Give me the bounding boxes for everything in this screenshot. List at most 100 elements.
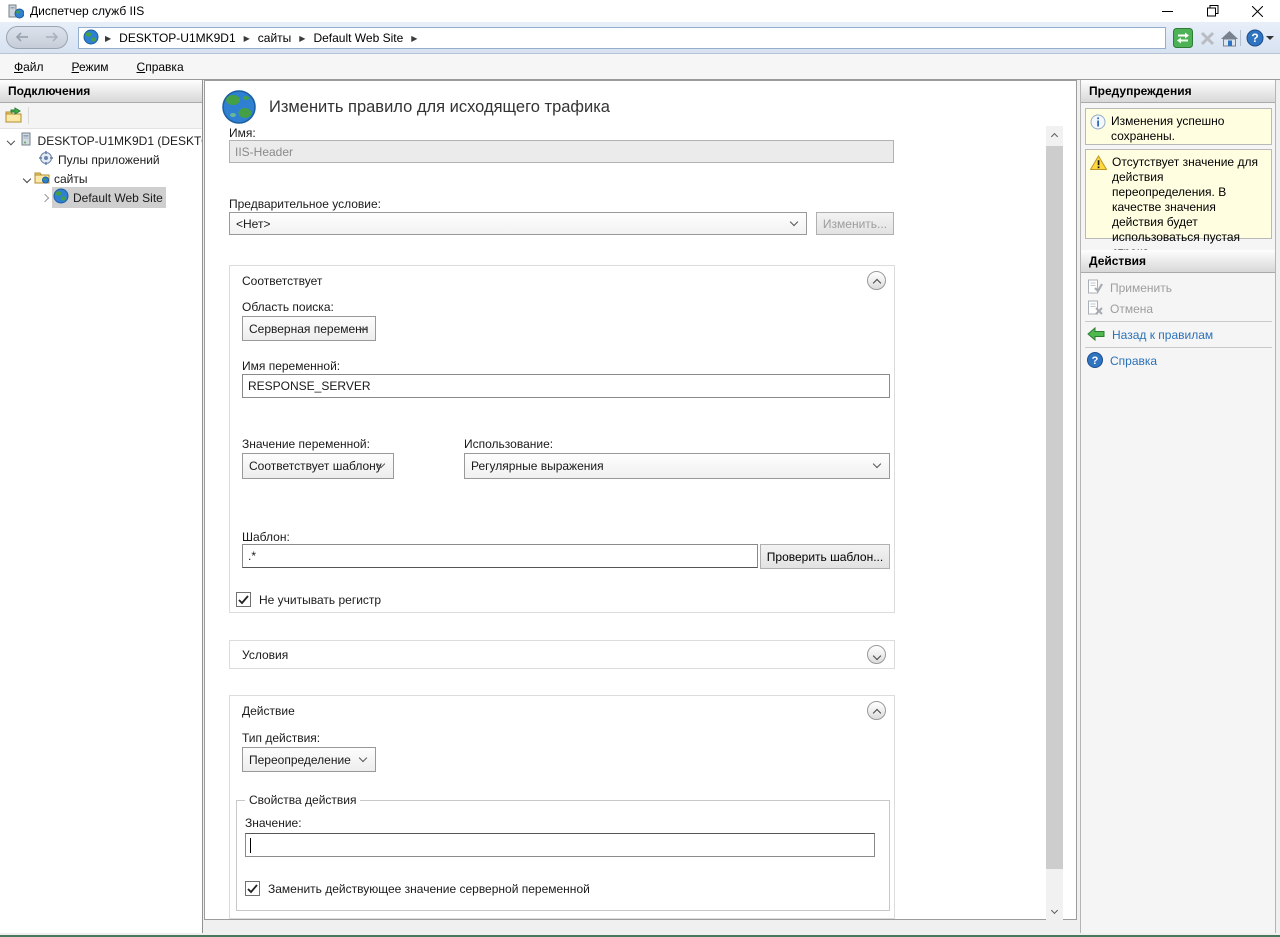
precondition-value: <Нет> [236, 217, 270, 231]
connections-panel: Подключения DESKTOP-U1MK9D1 (DESKTOP Пул… [0, 80, 203, 933]
action-type-select[interactable]: Переопределение [242, 747, 376, 772]
home-icon[interactable] [1218, 27, 1240, 49]
chevron-down-icon [872, 651, 880, 659]
action-value-input[interactable] [245, 833, 875, 857]
breadcrumb-separator-icon: ▶ [105, 34, 111, 43]
pattern-input[interactable] [242, 544, 758, 568]
edit-precondition-button[interactable]: Изменить... [816, 212, 894, 235]
chevron-up-icon [872, 708, 880, 716]
scope-select[interactable]: Серверная переменн [242, 316, 376, 341]
actions-separator [1085, 321, 1272, 322]
checkmark-icon [238, 595, 249, 605]
minimize-icon [1162, 6, 1173, 17]
address-breadcrumb-bar[interactable]: ▶ DESKTOP-U1MK9D1 ▶ сайты ▶ Default Web … [78, 27, 1166, 49]
tree-item-app-pools[interactable]: Пулы приложений [0, 150, 202, 169]
apply-label: Применить [1110, 281, 1172, 295]
apply-action[interactable]: Применить [1085, 278, 1272, 298]
using-value: Регулярные выражения [471, 459, 604, 473]
history-nav [6, 26, 68, 49]
cancel-action[interactable]: Отмена [1085, 299, 1272, 319]
collapse-section-button[interactable] [867, 701, 886, 720]
help-label: Справка [1110, 354, 1157, 368]
breadcrumb-separator-icon: ▶ [411, 34, 417, 43]
action-section: Действие Тип действия: Переопределение С… [229, 695, 895, 919]
vertical-scrollbar[interactable] [1046, 126, 1063, 920]
expand-icon[interactable] [41, 193, 49, 201]
menu-file-hotkey: Ф [14, 60, 23, 74]
tree-item-server[interactable]: DESKTOP-U1MK9D1 (DESKTOP [0, 131, 202, 150]
scroll-down-icon[interactable] [1046, 903, 1063, 920]
expand-section-button[interactable] [867, 645, 886, 664]
replace-value-label: Заменить действующее значение серверной … [268, 882, 590, 896]
menu-help[interactable]: Справка [137, 60, 184, 74]
info-alert-text: Изменения успешно сохранены. [1111, 114, 1267, 139]
breadcrumb-sites[interactable]: сайты [256, 31, 294, 45]
breadcrumb-server[interactable]: DESKTOP-U1MK9D1 [117, 31, 237, 45]
chevron-down-icon [790, 217, 798, 225]
tree-item-label: Пулы приложений [58, 153, 160, 167]
warning-alert-text: Отсутствует значение для действия переоп… [1112, 155, 1267, 233]
using-select[interactable]: Регулярные выражения [464, 453, 890, 479]
right-panel: Предупреждения Изменения успешно сохране… [1080, 80, 1276, 933]
connections-toolbar [0, 103, 202, 129]
help-icon[interactable]: ? [1244, 27, 1266, 49]
restore-button[interactable] [1190, 0, 1235, 22]
menu-file[interactable]: Файл [14, 60, 44, 74]
ignore-case-checkbox[interactable] [236, 592, 251, 607]
apply-icon [1087, 279, 1103, 298]
help-link[interactable]: ? Справка [1085, 351, 1272, 371]
site-globe-icon [53, 188, 69, 207]
save-connection-icon[interactable] [5, 107, 23, 127]
info-icon [1090, 114, 1106, 139]
ignore-case-label: Не учитывать регистр [259, 593, 381, 607]
collapse-icon[interactable] [23, 174, 31, 182]
tree-item-default-web-site[interactable]: Default Web Site [0, 188, 202, 207]
connections-tree: DESKTOP-U1MK9D1 (DESKTOP Пулы приложений… [0, 129, 202, 933]
menu-view[interactable]: Режим [72, 60, 109, 74]
using-label: Использование: [464, 437, 553, 451]
replace-value-checkbox[interactable] [245, 881, 260, 896]
cancel-icon [1087, 300, 1103, 319]
collapse-section-button[interactable] [867, 271, 886, 290]
chevron-up-icon [872, 278, 880, 286]
breadcrumb-separator-icon: ▶ [299, 34, 305, 43]
app-pools-icon [38, 150, 54, 169]
tree-item-sites[interactable]: сайты [0, 169, 202, 188]
action-properties-fieldset: Свойства действия Значение: Заменить дей… [236, 793, 890, 911]
navigation-toolbar: ▶ DESKTOP-U1MK9D1 ▶ сайты ▶ Default Web … [0, 22, 1280, 54]
svg-text:?: ? [1092, 355, 1099, 367]
test-pattern-button[interactable]: Проверить шаблон... [760, 544, 890, 569]
breadcrumb-separator-icon: ▶ [244, 34, 250, 43]
variable-value-label: Значение переменной: [242, 437, 370, 451]
match-section: Соответствует Область поиска: Серверная … [229, 265, 895, 613]
refresh-icon[interactable] [1172, 27, 1194, 49]
scrollbar-thumb[interactable] [1046, 146, 1063, 869]
tree-item-label: DESKTOP-U1MK9D1 (DESKTOP [38, 134, 202, 148]
help-dropdown-icon[interactable] [1266, 36, 1274, 40]
close-button[interactable] [1235, 0, 1280, 22]
selected-tree-item[interactable]: Default Web Site [52, 187, 166, 208]
forward-icon[interactable] [45, 31, 59, 45]
chevron-down-icon [359, 753, 367, 761]
back-to-rules-link[interactable]: Назад к правилам [1085, 325, 1272, 345]
info-alert: Изменения успешно сохранены. [1085, 108, 1272, 145]
variable-value-select[interactable]: Соответствует шаблону [242, 453, 394, 479]
back-arrow-icon [1087, 327, 1105, 344]
breadcrumb-default-web-site[interactable]: Default Web Site [311, 31, 405, 45]
feature-view: Изменить правило для исходящего трафика … [204, 80, 1077, 920]
actions-header: Действия [1081, 250, 1275, 273]
name-input[interactable] [229, 140, 894, 163]
scroll-up-icon[interactable] [1046, 126, 1063, 143]
back-icon[interactable] [15, 31, 29, 45]
folder-icon [34, 169, 50, 188]
title-bar: Диспетчер служб IIS [0, 0, 1280, 22]
variable-name-input[interactable] [242, 374, 890, 398]
cancel-label: Отмена [1110, 302, 1153, 316]
minimize-button[interactable] [1145, 0, 1190, 22]
menu-help-hotkey: С [137, 60, 146, 74]
precondition-select[interactable]: <Нет> [229, 212, 807, 235]
menu-view-rest: ежим [79, 60, 109, 74]
tree-item-label: сайты [54, 172, 88, 186]
variable-name-label: Имя переменной: [242, 359, 340, 373]
collapse-icon[interactable] [7, 136, 15, 144]
